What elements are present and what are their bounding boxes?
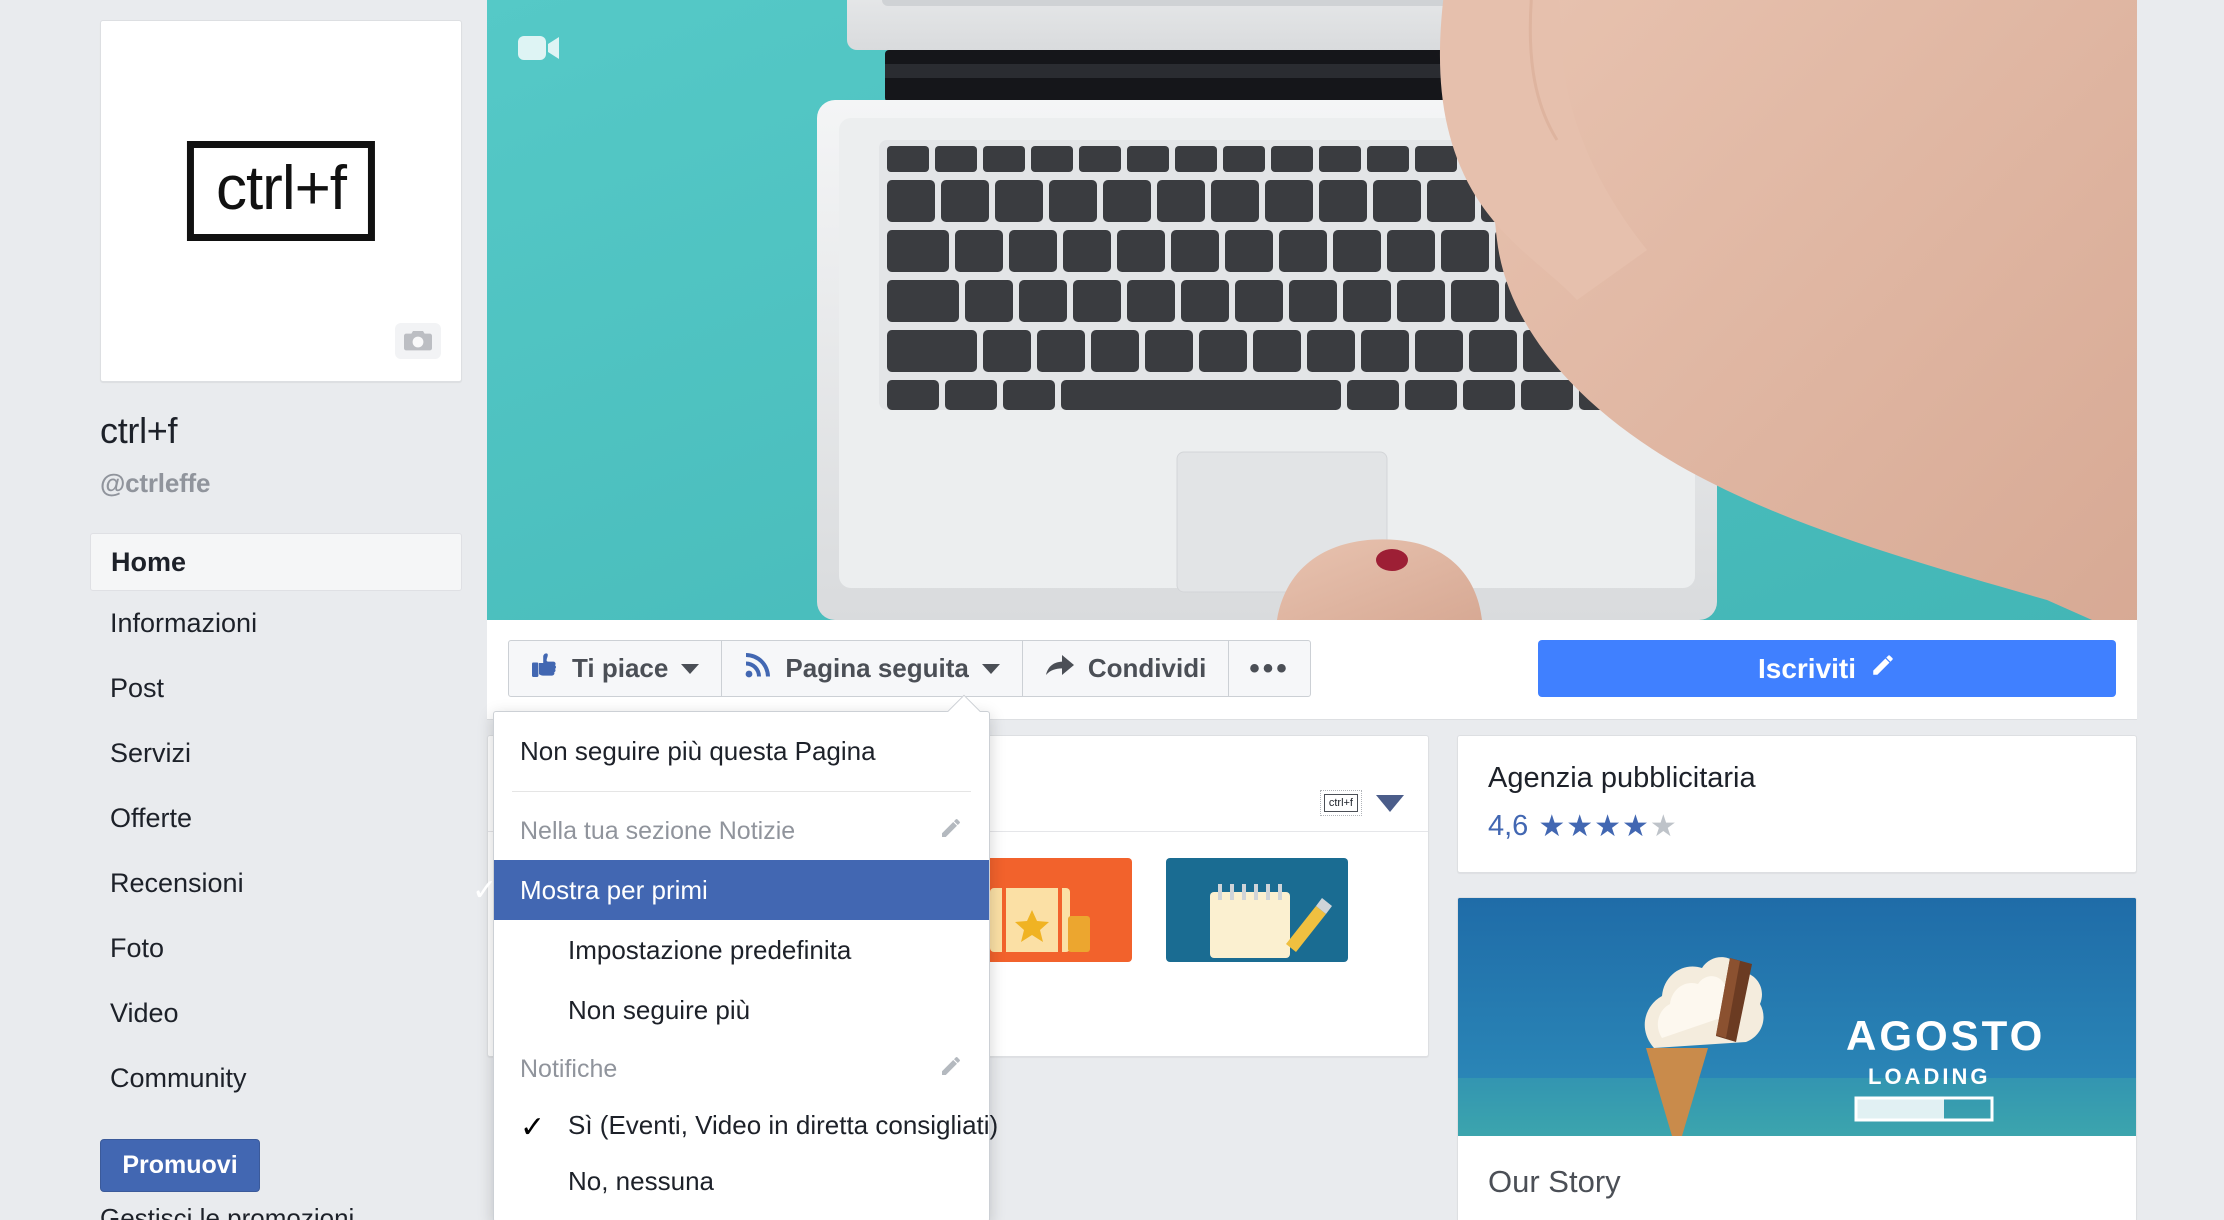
sidebar-item-label: Video (110, 998, 179, 1028)
sidebar-item-community[interactable]: Community (90, 1046, 462, 1111)
sidebar-item-label: Servizi (110, 738, 192, 768)
our-story-card[interactable]: AGOSTO LOADING Our Story (1457, 897, 2137, 1220)
rating-stars: ★★★★★ (1538, 810, 1678, 843)
sidebar-item-label: Post (110, 673, 165, 703)
dropdown-caret-indicator (946, 694, 980, 712)
more-options-button[interactable]: ••• (1228, 640, 1311, 697)
menu-item-label: No, nessuna (568, 1165, 714, 1196)
page-handle: @ctrleffe (100, 468, 211, 498)
follow-button-label: Pagina seguita (785, 653, 969, 683)
left-sidebar: ctrl+f ctrl+f @ctrleffe Home Informazion… (0, 0, 487, 1220)
sidebar-item-recensioni[interactable]: Recensioni (90, 851, 462, 916)
subscribe-button-label: Iscriviti (1757, 652, 1857, 684)
facebook-page: ctrl+f ctrl+f @ctrleffe Home Informazion… (0, 0, 2224, 1220)
pencil-icon[interactable] (939, 816, 963, 847)
menu-item-label: Impostazione predefinita (568, 934, 852, 965)
manage-promotions-link[interactable]: Gestisci le promozioni (100, 1203, 354, 1220)
share-button-label: Condividi (1087, 653, 1207, 683)
menu-item-show-first-row: ✓ Mostra per primi (472, 860, 989, 920)
subscribe-button[interactable]: Iscriviti (1538, 640, 2116, 697)
composer-audience-selector[interactable]: ctrl+f (1319, 790, 1404, 816)
menu-item-label: Sì (Eventi, Video in diretta consigliati… (568, 1110, 999, 1140)
right-column: Agenzia pubblicitaria 4,6 ★★★★★ AGOSTO L… (1457, 735, 2137, 1220)
menu-item-label: Non seguire più (568, 994, 751, 1025)
sidebar-item-offerte[interactable]: Offerte (90, 786, 462, 851)
menu-item-show-first[interactable]: ✓ Mostra per primi (472, 860, 989, 920)
page-category: Agenzia pubblicitaria (1488, 762, 1756, 794)
menu-section-notifications-header: Notifiche (494, 1040, 989, 1098)
menu-item-notifications-none[interactable]: No, nessuna (494, 1151, 989, 1211)
chevron-down-icon (981, 663, 1000, 674)
our-story-title: Our Story (1488, 1164, 1621, 1199)
camera-icon[interactable] (395, 323, 441, 359)
sidebar-item-label: Offerte (110, 803, 193, 833)
like-button-label: Ti piace (572, 653, 669, 683)
page-action-bar: Ti piace Pagina seguita Condividi ••• Is… (487, 620, 2137, 720)
sidebar-item-label: Foto (110, 933, 165, 963)
profile-picture-card[interactable]: ctrl+f (100, 20, 462, 382)
sidebar-item-home[interactable]: Home (90, 533, 462, 591)
menu-section-label: Notifiche (520, 1054, 618, 1083)
notepad-pencil-icon (1166, 858, 1348, 962)
page-title: ctrl+f (100, 410, 178, 451)
follow-button[interactable]: Pagina seguita (721, 640, 1023, 697)
menu-item-notifications-yes-row: ✓ Sì (Eventi, Video in diretta consiglia… (494, 1098, 998, 1151)
page-action-buttons: Ti piace Pagina seguita Condividi ••• (508, 640, 1311, 697)
check-icon: ✓ (472, 873, 498, 907)
sidebar-item-label: Informazioni (110, 608, 258, 638)
cover-photo[interactable] (487, 0, 2137, 620)
menu-item-default-setting[interactable]: Impostazione predefinita (494, 920, 989, 980)
sidebar-item-label: Home (111, 546, 187, 577)
chevron-down-icon[interactable] (1376, 794, 1404, 812)
cover-photo-image (487, 0, 2137, 620)
sidebar-item-label: Community (110, 1063, 247, 1093)
sidebar-item-informazioni[interactable]: Informazioni (90, 591, 462, 656)
menu-item-notifications-yes[interactable]: Sì (Eventi, Video in diretta consigliati… (494, 1098, 998, 1151)
sidebar-item-video[interactable]: Video (90, 981, 462, 1046)
sidebar-item-label: Recensioni (110, 868, 244, 898)
check-icon: ✓ (520, 1111, 546, 1144)
like-button[interactable]: Ti piace (508, 640, 723, 697)
menu-item-unfollow[interactable]: Non seguire più (494, 980, 989, 1040)
ellipsis-icon: ••• (1249, 651, 1290, 685)
audience-avatar: ctrl+f (1319, 790, 1363, 816)
page-nav: Home Informazioni Post Servizi Offerte R… (90, 533, 462, 1111)
pencil-icon[interactable] (939, 1054, 963, 1085)
rss-feed-icon (744, 651, 772, 686)
menu-divider (512, 791, 971, 792)
follow-settings-dropdown: Non seguire più questa Pagina Nella tua … (472, 711, 998, 1220)
page-category-card: Agenzia pubblicitaria 4,6 ★★★★★ (1457, 735, 2137, 873)
promote-button[interactable]: Promuovi (100, 1139, 260, 1192)
sidebar-item-foto[interactable]: Foto (90, 916, 462, 981)
sidebar-item-servizi[interactable]: Servizi (90, 721, 462, 786)
menu-section-label: Nella tua sezione Notizie (520, 816, 796, 845)
our-story-image: AGOSTO LOADING (1458, 898, 2136, 1136)
profile-logo-text: ctrl+f (186, 141, 376, 241)
rating-value: 4,6 (1488, 810, 1529, 842)
sidebar-item-post[interactable]: Post (90, 656, 462, 721)
loading-text: LOADING (1868, 1064, 1990, 1089)
agosto-text: AGOSTO (1846, 1012, 2045, 1059)
menu-item-unfollow-page[interactable]: Non seguire più questa Pagina (494, 721, 989, 781)
share-button[interactable]: Condividi (1021, 640, 1230, 697)
thumbs-up-icon (531, 651, 559, 686)
menu-item-label: Non seguire più questa Pagina (520, 735, 876, 766)
chevron-down-icon (681, 663, 700, 674)
page-rating[interactable]: 4,6 ★★★★★ (1488, 809, 2106, 844)
tile-note[interactable] (1166, 858, 1348, 1048)
pencil-icon (1870, 652, 1896, 685)
menu-section-newsfeed-header: Nella tua sezione Notizie (494, 802, 989, 860)
share-arrow-icon (1045, 652, 1075, 685)
menu-item-label: Mostra per primi (520, 874, 708, 905)
